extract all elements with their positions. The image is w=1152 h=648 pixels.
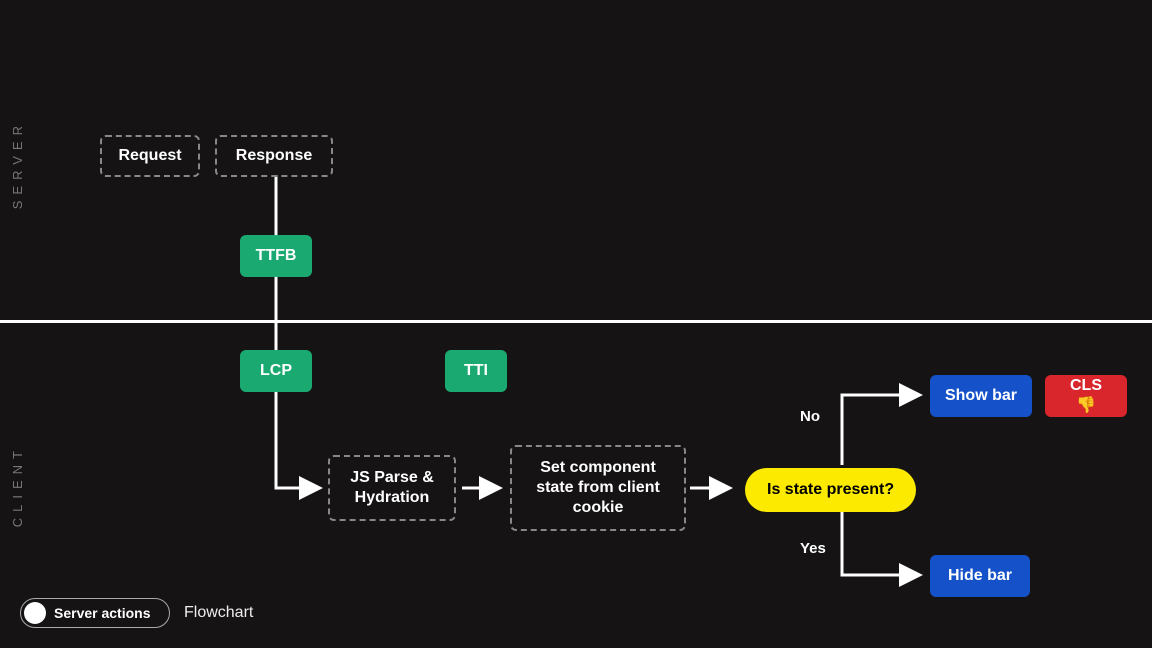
node-response: Response [215, 135, 333, 177]
section-label-server: SERVER [10, 120, 25, 209]
node-set-state: Set component state from client cookie [510, 445, 686, 531]
node-tti: TTI [445, 350, 507, 392]
node-decision-state-present: Is state present? [745, 468, 916, 512]
node-js-parse-hydration: JS Parse & Hydration [328, 455, 456, 521]
branch-label-no: No [800, 408, 820, 425]
toggle-knob [24, 602, 46, 624]
flow-arrows [0, 0, 1152, 648]
node-request: Request [100, 135, 200, 177]
section-label-client: CLIENT [10, 445, 25, 527]
node-hide-bar: Hide bar [930, 555, 1030, 597]
toggle-label: Server actions [54, 605, 151, 621]
node-cls-bad: CLS 👎 [1045, 375, 1127, 417]
server-actions-toggle[interactable]: Server actions [20, 598, 170, 628]
node-ttfb: TTFB [240, 235, 312, 277]
node-show-bar: Show bar [930, 375, 1032, 417]
diagram-caption: Flowchart [184, 604, 253, 622]
server-client-divider [0, 320, 1152, 323]
node-lcp: LCP [240, 350, 312, 392]
branch-label-yes: Yes [800, 540, 826, 557]
